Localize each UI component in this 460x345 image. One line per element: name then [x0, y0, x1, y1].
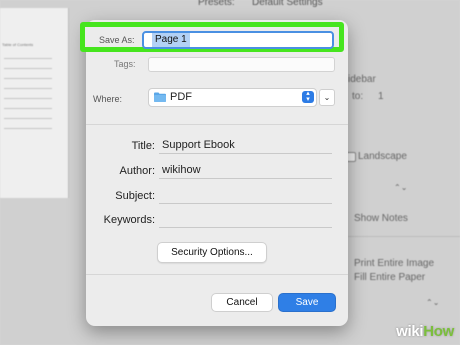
- author-value: wikihow: [162, 164, 201, 176]
- where-select[interactable]: PDF ▴ ▾: [148, 88, 317, 107]
- save-as-value[interactable]: Page 1: [152, 33, 190, 47]
- wikihow-watermark: wikiHow: [396, 323, 454, 340]
- subject-field[interactable]: [159, 188, 332, 204]
- divider: [86, 274, 348, 275]
- show-notes-label: Show Notes: [354, 213, 408, 224]
- security-options-button[interactable]: Security Options...: [157, 242, 267, 263]
- print-entire-image-label: Print Entire Image: [354, 258, 435, 269]
- toc-title: Table of Contents: [2, 42, 34, 47]
- save-dialog: Save As: Page 1 Tags: Where: PDF ▴ ▾ ⌄ Ti…: [80, 20, 348, 326]
- divider: [86, 124, 348, 125]
- watermark-part1: wiki: [396, 323, 424, 340]
- title-label: Title:: [131, 140, 155, 152]
- tags-input[interactable]: [148, 57, 335, 72]
- toc-line: [4, 118, 52, 119]
- toc-line: [4, 88, 52, 89]
- to-label: to:: [352, 91, 364, 102]
- save-as-input[interactable]: Page 1: [142, 31, 334, 49]
- save-as-label: Save As:: [99, 35, 135, 45]
- save-as-highlight: Save As: Page 1: [80, 22, 344, 52]
- keywords-field[interactable]: [159, 212, 332, 228]
- keywords-label: Keywords:: [103, 214, 155, 226]
- toc-line: [4, 108, 52, 109]
- chevron-updown-icon[interactable]: ⌃⌄: [394, 183, 407, 192]
- presets-label: Presets:: [198, 0, 235, 8]
- landscape-label: Landscape: [358, 151, 407, 162]
- author-field[interactable]: wikihow: [159, 163, 332, 179]
- subject-label: Subject:: [115, 190, 155, 202]
- save-button[interactable]: Save: [278, 293, 336, 312]
- sidebar-text: idebar: [348, 74, 376, 85]
- toc-line: [4, 98, 52, 99]
- watermark-part2: How: [423, 323, 454, 340]
- to-value[interactable]: 1: [378, 91, 384, 102]
- toc-line: [4, 58, 52, 59]
- toc-line: [4, 128, 52, 129]
- author-label: Author:: [119, 165, 155, 177]
- title-value: Support Ebook: [162, 139, 235, 151]
- toc-line: [4, 78, 52, 79]
- chevron-down-icon[interactable]: ⌄: [319, 89, 335, 106]
- chevron-updown-icon[interactable]: ⌃⌄: [426, 298, 439, 307]
- divider: [348, 236, 460, 237]
- where-value: PDF: [170, 91, 192, 103]
- toc-line: [4, 68, 52, 69]
- tags-label: Tags:: [114, 59, 136, 69]
- folder-icon: [154, 92, 166, 102]
- cancel-button[interactable]: Cancel: [211, 293, 273, 312]
- page-preview-thumbnail: Table of Contents: [0, 8, 69, 198]
- up-down-stepper-icon[interactable]: ▴ ▾: [302, 90, 314, 103]
- title-field[interactable]: Support Ebook: [159, 138, 332, 154]
- presets-value[interactable]: Default Settings: [252, 0, 323, 8]
- fill-entire-paper-label: Fill Entire Paper: [354, 272, 426, 283]
- where-label: Where:: [93, 94, 123, 104]
